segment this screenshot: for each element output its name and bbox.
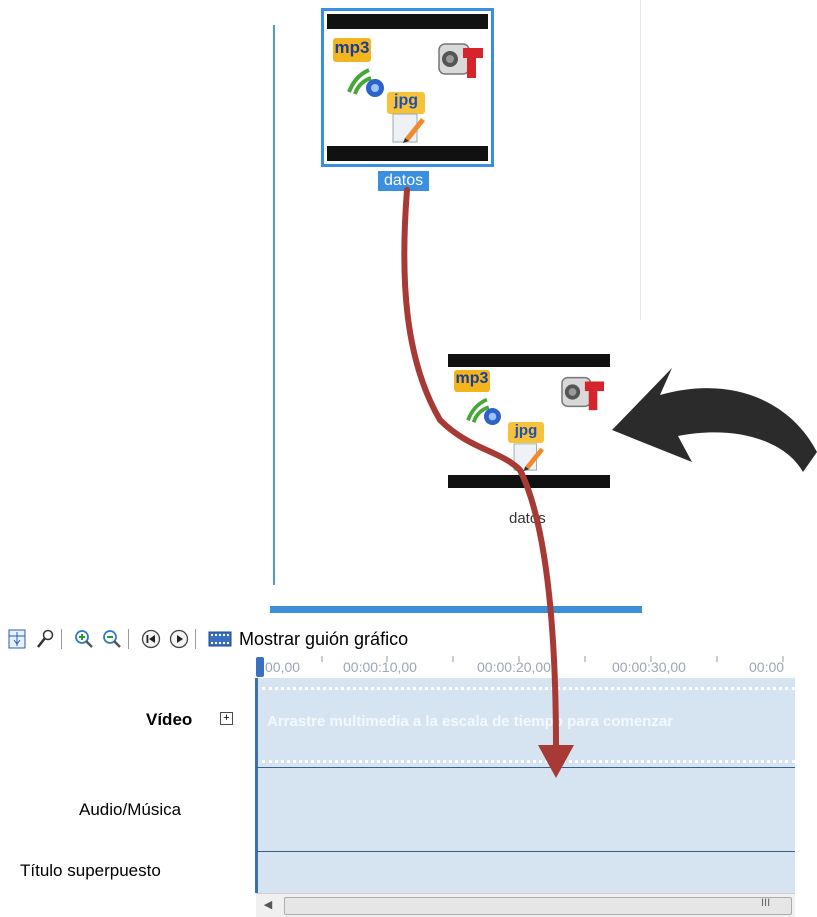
- show-storyboard-button[interactable]: Mostrar guión gráfico: [239, 629, 408, 650]
- zoom-out-icon[interactable]: [101, 628, 123, 650]
- ruler-tick-label: 00:00:10,00: [343, 659, 417, 675]
- narrate-microphone-icon[interactable]: [34, 628, 56, 650]
- timeline-toolbar: Mostrar guión gráfico: [0, 624, 795, 654]
- camcorder-icon: [561, 376, 605, 411]
- title-overlay-track-label: Título superpuesto: [20, 861, 161, 880]
- collection-panel-splitter[interactable]: [270, 606, 642, 613]
- dragged-clip-thumbnail[interactable]: mp3 jpg: [448, 354, 610, 488]
- jpg-file-icon: jpg: [508, 422, 544, 443]
- letterbox-bar: [448, 354, 610, 368]
- toolbar-separator: [128, 629, 129, 649]
- video-drop-hint: Arrastre multimedia a la escala de tiemp…: [267, 713, 674, 730]
- ruler-tick-label: 00:00:30,00: [612, 659, 686, 675]
- selected-clip-thumbnail[interactable]: mp3 jpg: [321, 8, 494, 167]
- mp3-file-icon: mp3: [333, 38, 371, 62]
- scroll-left-arrow-icon[interactable]: ◀: [259, 897, 277, 914]
- curved-pointer-arrow: [612, 368, 817, 472]
- track-divider: [257, 767, 795, 768]
- video-track-label: Vídeo: [146, 710, 193, 729]
- video-drop-zone-border: [262, 760, 795, 763]
- selected-clip-label[interactable]: datos: [378, 171, 430, 191]
- timeline-tracks[interactable]: [257, 678, 795, 893]
- collection-panel-border: [273, 25, 275, 585]
- image-document-icon: [392, 113, 425, 143]
- audio-wave-icon: [347, 68, 384, 97]
- timeline-ruler[interactable]: 00,00 00:00:10,00 00:00:20,00 00:00:30,0…: [257, 656, 795, 679]
- camcorder-icon: [438, 43, 483, 78]
- expand-video-track-button[interactable]: +: [220, 712, 233, 725]
- ruler-tick-label: 00:00: [749, 659, 785, 675]
- mp3-file-icon: mp3: [454, 370, 490, 392]
- letterbox-bar: [327, 14, 488, 29]
- rewind-icon[interactable]: [140, 628, 162, 650]
- dragged-clip-label: datos: [509, 510, 546, 527]
- video-drop-zone-border: [262, 687, 795, 690]
- ruler-tick-label: 00:00:20,00: [477, 659, 551, 675]
- clip-preview: mp3 jpg: [327, 14, 488, 161]
- track-divider: [257, 851, 795, 852]
- toolbar-separator: [61, 629, 62, 649]
- scrollbar-thumb[interactable]: III: [284, 897, 792, 915]
- audio-wave-icon: [466, 397, 501, 426]
- play-icon[interactable]: [168, 628, 190, 650]
- audio-track-label: Audio/Música: [79, 800, 182, 819]
- playhead-marker[interactable]: [256, 657, 264, 677]
- jpg-file-icon: jpg: [387, 92, 425, 114]
- scrollbar-grip: III: [761, 897, 771, 909]
- playhead-line: [255, 678, 258, 893]
- image-document-icon: [513, 443, 545, 472]
- timeline-horizontal-scrollbar[interactable]: ◀ III: [256, 893, 795, 917]
- letterbox-bar: [448, 474, 610, 488]
- timeline-options-icon[interactable]: [6, 628, 28, 650]
- collection-panel-divider: [640, 0, 641, 320]
- storyboard-film-icon[interactable]: [207, 628, 233, 650]
- ruler-tick-label: 00,00: [265, 659, 301, 675]
- letterbox-bar: [327, 146, 488, 161]
- toolbar-separator: [195, 629, 196, 649]
- zoom-in-icon[interactable]: [73, 628, 95, 650]
